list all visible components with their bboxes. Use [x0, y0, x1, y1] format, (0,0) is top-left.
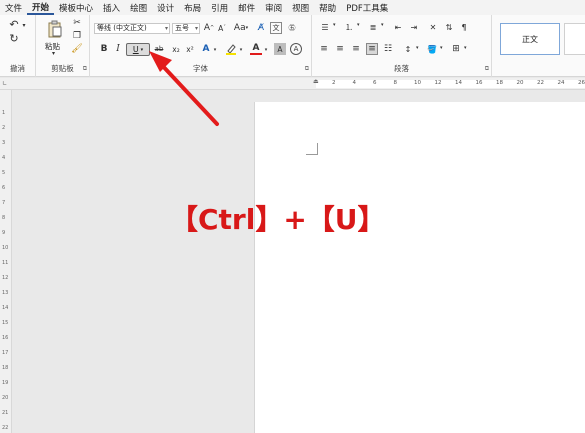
annotation-arrow — [149, 51, 219, 126]
